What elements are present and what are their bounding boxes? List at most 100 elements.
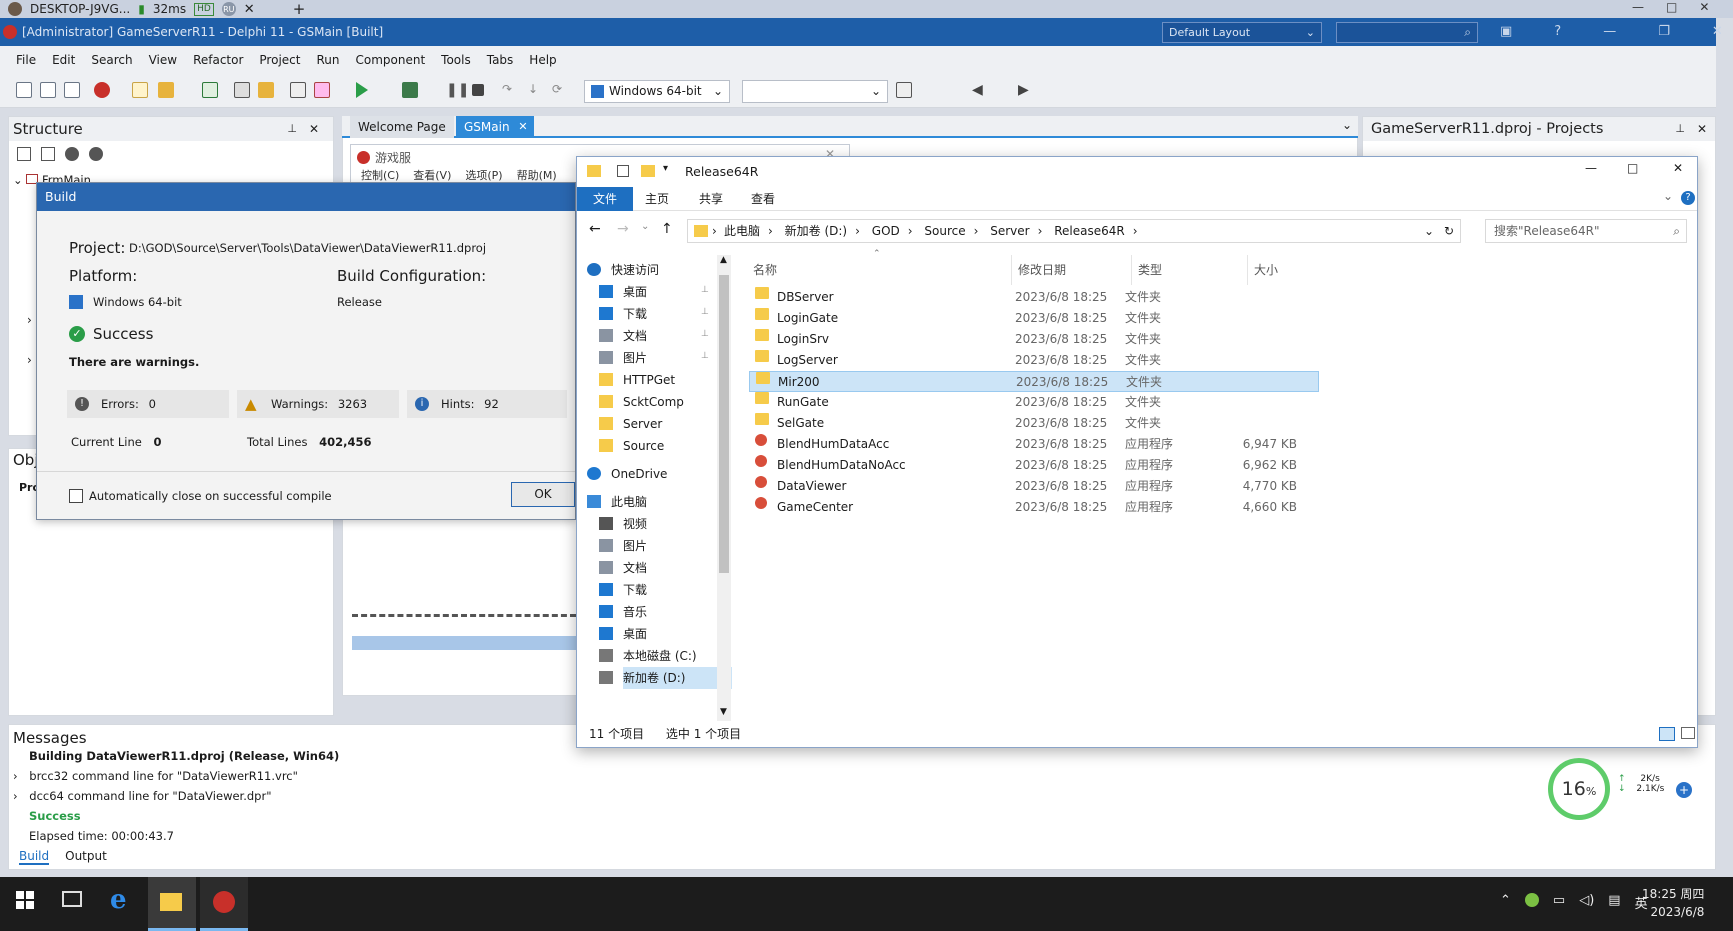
ribbon-tab-file[interactable]: 文件 (577, 187, 633, 211)
new-unit-icon[interactable] (132, 82, 148, 98)
breadcrumb-drive-d[interactable]: 新加卷 (D:) (785, 224, 847, 238)
nav-back-icon[interactable]: ← (589, 221, 601, 237)
nav-item[interactable]: 桌面 (599, 623, 647, 645)
move-up-icon[interactable] (65, 147, 79, 161)
explorer-minimize-icon[interactable]: — (1585, 161, 1597, 175)
nav-item[interactable]: 本地磁盘 (C:) (599, 645, 697, 667)
tab-welcome-page[interactable]: Welcome Page (350, 116, 454, 138)
expand-ribbon-icon[interactable]: ⌄ (1663, 189, 1673, 203)
menu-file[interactable]: File (16, 53, 36, 67)
expand-icon[interactable]: › (13, 789, 18, 803)
close-panel-icon[interactable]: ✕ (1697, 117, 1707, 141)
cpu-percent-ring[interactable]: 16% (1548, 758, 1610, 820)
run-with-debugging-icon[interactable] (402, 82, 418, 98)
properties-icon[interactable] (617, 165, 629, 177)
explorer-close-icon[interactable]: ✕ (1673, 161, 1683, 175)
menu-view[interactable]: View (149, 53, 177, 67)
ribbon-tab-home[interactable]: 主页 (645, 187, 669, 211)
save-icon[interactable] (202, 82, 218, 98)
step-over-icon[interactable]: ↷ (502, 82, 518, 98)
close-session-icon[interactable]: ✕ (244, 2, 255, 17)
add-widget-icon[interactable]: + (1676, 782, 1692, 798)
back-icon[interactable]: ◀ (972, 82, 988, 98)
close-panel-icon[interactable]: ✕ (309, 117, 319, 141)
tree-expander-icon[interactable]: › (27, 313, 32, 327)
ru-badge[interactable]: RU (221, 2, 236, 16)
file-row[interactable]: Mir200 2023/6/8 18:25 文件夹 (749, 371, 1319, 392)
nav-item[interactable]: 新加卷 (D:) (599, 667, 732, 689)
nav-item[interactable]: 音乐 (599, 601, 647, 623)
scroll-up-icon[interactable]: ▲ (720, 255, 727, 265)
pin-icon[interactable]: ⊥ (701, 285, 709, 295)
form-menu-item[interactable]: 控制(C) (361, 167, 399, 183)
nav-item[interactable]: ScktComp (599, 391, 684, 413)
save-all-icon[interactable] (234, 82, 250, 98)
tabs-dropdown-icon[interactable]: ⌄ (1342, 118, 1352, 132)
file-row[interactable]: BlendHumDataNoAcc 2023/6/8 18:25 应用程序 6,962… (749, 455, 1319, 476)
new-folder-icon[interactable] (641, 165, 655, 177)
explorer-maximize-icon[interactable]: □ (1627, 161, 1638, 175)
tree-expander-icon[interactable]: › (27, 353, 32, 367)
volume-icon[interactable]: ◁) (1579, 893, 1594, 912)
configuration-combo[interactable]: ⌄ (742, 80, 888, 103)
nav-item[interactable]: 桌面 (599, 281, 647, 303)
nav-scrollbar-thumb[interactable] (719, 275, 729, 573)
quick-access-toolbar-icon[interactable]: ▾ (663, 163, 668, 174)
open-folder-icon[interactable] (158, 82, 174, 98)
menu-edit[interactable]: Edit (52, 53, 75, 67)
new-file-icon[interactable] (16, 82, 32, 98)
column-header-name[interactable]: 名称 (753, 255, 777, 285)
nav-item[interactable]: 快速访问 (587, 259, 659, 281)
open-items-icon[interactable] (40, 82, 56, 98)
breadcrumb-server[interactable]: Server (990, 224, 1029, 238)
delphi-icon[interactable] (94, 82, 110, 98)
platform-combo[interactable]: Windows 64-bit ⌄ (584, 80, 730, 103)
nav-forward-icon[interactable]: → (617, 221, 629, 237)
large-icons-view-icon[interactable] (1681, 727, 1695, 739)
ide-restore-icon[interactable]: ❐ (1658, 24, 1670, 39)
delphi-taskbar-icon[interactable] (200, 877, 248, 931)
message-line[interactable]: › dcc64 command line for "DataViewer.dpr… (13, 789, 272, 803)
network-icon[interactable]: ▭ (1553, 893, 1565, 912)
layout-options-icon[interactable]: ▣ (1500, 24, 1512, 39)
copy-icon[interactable] (64, 82, 80, 98)
address-bar[interactable]: › 此电脑 › 新加卷 (D:) › GOD › Source › Server › Re… (687, 219, 1461, 243)
tray-app-icon[interactable] (1524, 893, 1539, 907)
message-line[interactable]: › brcc32 command line for "DataViewerR11… (13, 769, 298, 783)
column-header-type[interactable]: 类型 (1131, 255, 1162, 285)
column-header-date[interactable]: 修改日期 (1011, 255, 1066, 285)
new-tab-icon[interactable]: + (293, 0, 306, 18)
close-icon[interactable]: ✕ (1699, 0, 1709, 18)
refresh-icon[interactable]: ↻ (1444, 220, 1454, 242)
notification-icon[interactable]: ▤ (1608, 893, 1620, 912)
breadcrumb-source[interactable]: Source (924, 224, 965, 238)
menu-tabs[interactable]: Tabs (487, 53, 514, 67)
move-down-icon[interactable] (89, 147, 103, 161)
file-row[interactable]: BlendHumDataAcc 2023/6/8 18:25 应用程序 6,947 K… (749, 434, 1319, 455)
menu-refactor[interactable]: Refactor (193, 53, 243, 67)
layout-combo[interactable]: Default Layout ⌄ (1162, 22, 1322, 43)
recent-locations-icon[interactable]: ⌄ (641, 221, 649, 232)
stop-icon[interactable] (472, 84, 484, 96)
explorer-search-input[interactable]: 搜索"Release64R" ⌕ (1485, 219, 1687, 243)
run-icon[interactable] (356, 82, 368, 98)
ide-close-icon[interactable]: ✕ (1712, 24, 1723, 39)
nav-item[interactable]: 此电脑 (587, 491, 647, 513)
nav-item[interactable]: 文档 (599, 325, 647, 347)
nav-item[interactable]: HTTPGet (599, 369, 675, 391)
pin-icon[interactable]: ⊥ (701, 329, 709, 339)
nav-item[interactable]: Source (599, 435, 664, 457)
tab-output[interactable]: Output (65, 849, 107, 865)
file-row[interactable]: DataViewer 2023/6/8 18:25 应用程序 4,770 KB (749, 476, 1319, 497)
nav-item[interactable]: 文档 (599, 557, 647, 579)
ide-search-input[interactable]: ⌕ (1336, 22, 1478, 43)
view-unit-icon[interactable] (290, 82, 306, 98)
expand-icon[interactable]: › (13, 769, 18, 783)
nav-item[interactable]: 下载 (599, 579, 647, 601)
tab-gsmain[interactable]: GSMain ✕ (456, 116, 534, 138)
help-icon[interactable]: ? (1554, 24, 1561, 39)
breadcrumb-release64r[interactable]: Release64R (1054, 224, 1125, 238)
minimize-icon[interactable]: — (1632, 0, 1644, 18)
pin-icon[interactable]: ⊥ (701, 351, 709, 361)
menu-tools[interactable]: Tools (441, 53, 471, 67)
